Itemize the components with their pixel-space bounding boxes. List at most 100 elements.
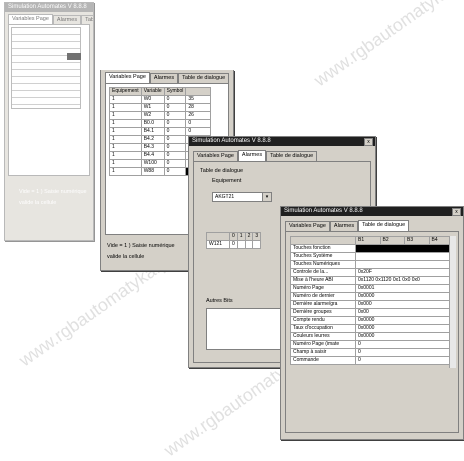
cell[interactable]: 0 — [163, 127, 187, 136]
table-row[interactable]: Touches Système — [290, 252, 454, 261]
close-button[interactable]: x — [364, 138, 373, 146]
table-row[interactable]: W121 0 — [206, 240, 262, 249]
col-header: Variable — [140, 87, 165, 96]
cell[interactable]: 1 — [109, 95, 142, 104]
cell[interactable]: 0 — [163, 103, 187, 112]
cell[interactable]: 0 — [355, 356, 454, 365]
table-row[interactable]: 1 W0 0 35 — [109, 95, 212, 104]
cell[interactable] — [355, 260, 454, 269]
cell[interactable]: 0x0000 — [355, 324, 454, 333]
cell[interactable]: 1 — [109, 103, 142, 112]
cell[interactable]: 1 — [109, 127, 142, 136]
col-header: 1 — [236, 232, 246, 241]
tab-variables-page[interactable]: Variables Page — [193, 151, 238, 161]
cell[interactable]: 0x00 — [355, 308, 454, 317]
window-title: Simulation Automates V 8.8.8 — [284, 208, 363, 214]
cell[interactable]: 26 — [185, 111, 212, 120]
cell[interactable]: 0 — [229, 240, 238, 249]
chevron-down-icon[interactable]: ▾ — [262, 193, 271, 201]
cell[interactable]: 1 — [109, 167, 142, 176]
tab-variables-page[interactable]: Variables Page — [105, 72, 150, 83]
window-front: Simulation Automates V 8.8.8 x Variables… — [280, 206, 464, 440]
cell[interactable]: W2 — [140, 111, 165, 120]
cell[interactable]: B0.0 — [140, 119, 165, 128]
row-label: Dernière alarme/gra — [290, 300, 356, 309]
table-row[interactable]: 1 B4.1 0 0 — [109, 127, 212, 136]
cell[interactable]: 0 — [163, 119, 187, 128]
equipment-select[interactable]: AKGT21 ▾ — [212, 192, 272, 202]
cell[interactable]: 1 — [109, 119, 142, 128]
cell[interactable]: B4.4 — [140, 151, 165, 160]
cell[interactable]: 0x000 — [355, 300, 454, 309]
selected-cell[interactable] — [355, 244, 454, 253]
tab-table-de-dialogue[interactable]: Table de dialogue — [178, 73, 230, 83]
cell[interactable]: 1 — [109, 135, 142, 144]
table-row[interactable]: Commande 0 — [290, 356, 454, 365]
cell[interactable]: W121 — [206, 240, 230, 249]
table-row[interactable]: Numéro Page 0x0001 — [290, 284, 454, 293]
cell[interactable]: B4.2 — [140, 135, 165, 144]
row-label: Taux d'occupation — [290, 324, 356, 333]
cell[interactable]: 0 — [163, 111, 187, 120]
cell[interactable]: 1 — [109, 151, 142, 160]
close-button[interactable]: x — [452, 208, 461, 216]
cell[interactable]: B4.3 — [140, 143, 165, 152]
cell[interactable]: 0 — [163, 167, 187, 176]
cell[interactable]: 0x0000 — [355, 292, 454, 301]
table-row[interactable]: Compte rendu 0x0000 — [290, 316, 454, 325]
cell[interactable]: 0x0000 — [355, 316, 454, 325]
cell[interactable]: 1 — [109, 143, 142, 152]
table-row[interactable]: 1 B0.0 0 0 — [109, 119, 212, 128]
cell[interactable] — [236, 240, 246, 249]
table-row[interactable]: Touches Numériques — [290, 260, 454, 269]
tab-table-de-dialogue[interactable]: Table de dialogue — [266, 151, 318, 161]
grid — [11, 27, 81, 109]
cell[interactable]: 0 — [185, 127, 212, 136]
scrollbar[interactable] — [449, 236, 456, 368]
cell[interactable]: 0 — [163, 151, 187, 160]
col-header: B2 — [379, 236, 405, 245]
cell[interactable]: 0 — [355, 348, 454, 357]
cell[interactable] — [252, 240, 262, 249]
cell[interactable]: W100 — [140, 159, 165, 168]
table-row[interactable]: Numéro de dernier 0x0000 — [290, 292, 454, 301]
table-row[interactable]: Dernière groupes 0x00 — [290, 308, 454, 317]
table-row[interactable]: Couleurs leurres 0x0000 — [290, 332, 454, 341]
table-row[interactable]: Touches fonction — [290, 244, 454, 253]
cell[interactable]: B4.1 — [140, 127, 165, 136]
table-row[interactable]: Taux d'occupation 0x0000 — [290, 324, 454, 333]
table-row[interactable]: Controle de la... 0x20F — [290, 268, 454, 277]
table-row[interactable]: Champ à saisir 0 — [290, 348, 454, 357]
cell[interactable]: 0 — [163, 135, 187, 144]
col-header: 0 — [229, 232, 238, 241]
tab-variables-page[interactable]: Variables Page — [285, 221, 330, 231]
cell[interactable]: 35 — [185, 95, 212, 104]
cell[interactable]: 0x0000 — [355, 332, 454, 341]
table-row[interactable]: Mise à l'heure ABI 0x1120 0x1120 0x1 0x0 … — [290, 276, 454, 285]
table-row[interactable]: 1 W1 0 28 — [109, 103, 212, 112]
cell[interactable]: 0 — [163, 95, 187, 104]
cell[interactable]: 0x20F — [355, 268, 454, 277]
cell[interactable]: 0 — [355, 340, 454, 349]
cell[interactable]: W1 — [140, 103, 165, 112]
table-row[interactable]: Dernière alarme/gra 0x000 — [290, 300, 454, 309]
table-row[interactable]: 1 W2 0 26 — [109, 111, 212, 120]
cell[interactable]: 0 — [163, 143, 187, 152]
table-row[interactable]: Numéro Page (imate 0 — [290, 340, 454, 349]
cell[interactable]: 28 — [185, 103, 212, 112]
cell[interactable]: 1 — [109, 111, 142, 120]
cell[interactable] — [355, 252, 454, 261]
tab-alarmes[interactable]: Alarmes — [329, 221, 359, 231]
cell[interactable]: W88 — [140, 167, 165, 176]
cell[interactable]: 1 — [109, 159, 142, 168]
cell[interactable]: 0x0001 — [355, 284, 454, 293]
tab-alarmes[interactable]: Alarmes — [149, 73, 179, 83]
tab-alarmes[interactable]: Alarmes — [237, 150, 267, 161]
window-title: Simulation Automates V 8.8.8 — [8, 4, 87, 10]
cell[interactable]: 0x1120 0x1120 0x1 0x0 0x0 — [355, 276, 454, 285]
cell[interactable]: 0 — [185, 119, 212, 128]
tab-table-de-dialogue[interactable]: Table de dialogue — [358, 220, 410, 231]
cell[interactable]: 0 — [163, 159, 187, 168]
cell[interactable]: W0 — [140, 95, 165, 104]
cell[interactable] — [244, 240, 254, 249]
